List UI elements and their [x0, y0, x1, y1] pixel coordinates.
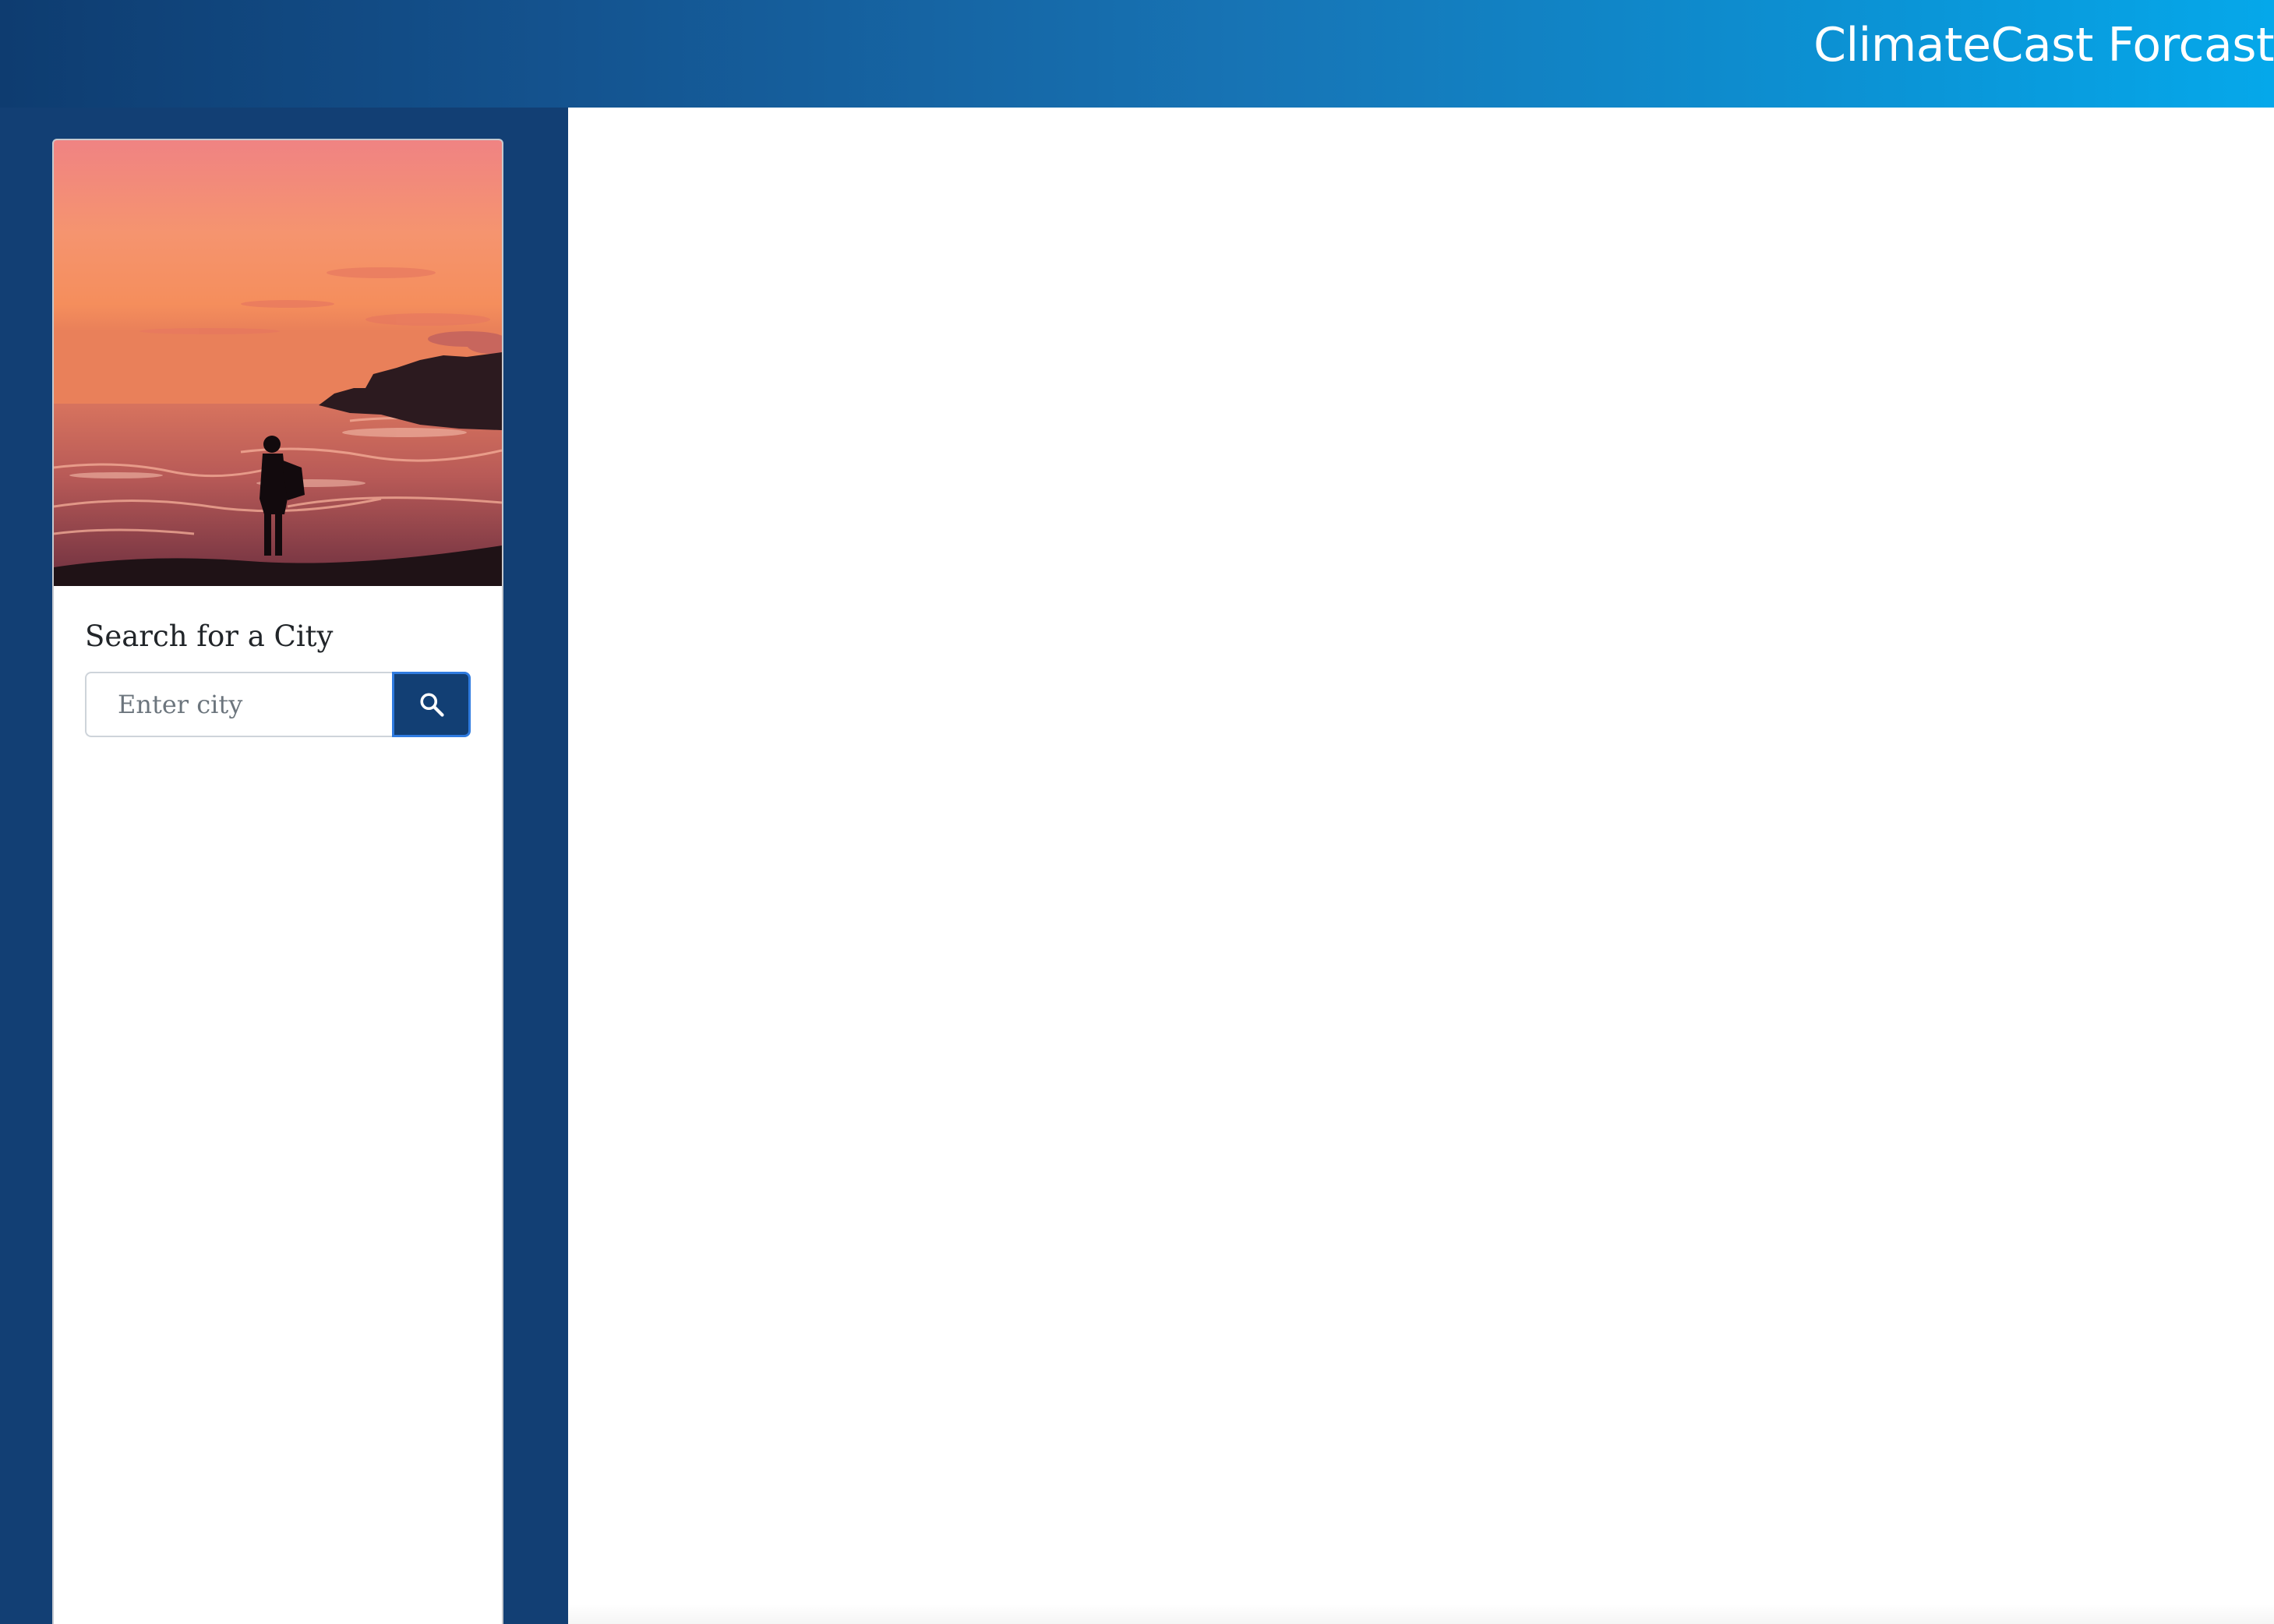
search-card: Search for a City	[52, 139, 503, 1624]
search-button[interactable]	[392, 672, 471, 737]
sidebar: Search for a City	[0, 108, 568, 1624]
app-window: ClimateCast Forcast Search for a City En…	[0, 0, 2274, 1624]
search-icon	[418, 690, 446, 718]
search-heading: Search for a City	[85, 620, 334, 653]
city-search-group	[85, 672, 471, 737]
search-section: Search for a City	[85, 617, 471, 737]
city-search-input[interactable]	[85, 672, 392, 737]
bottom-edge-shadow	[568, 1604, 2274, 1624]
forecast-content-area	[568, 108, 2274, 1624]
app-title: ClimateCast Forcast	[1813, 18, 2274, 72]
top-header: ClimateCast Forcast	[0, 0, 2274, 108]
sunset-photo	[54, 140, 502, 586]
